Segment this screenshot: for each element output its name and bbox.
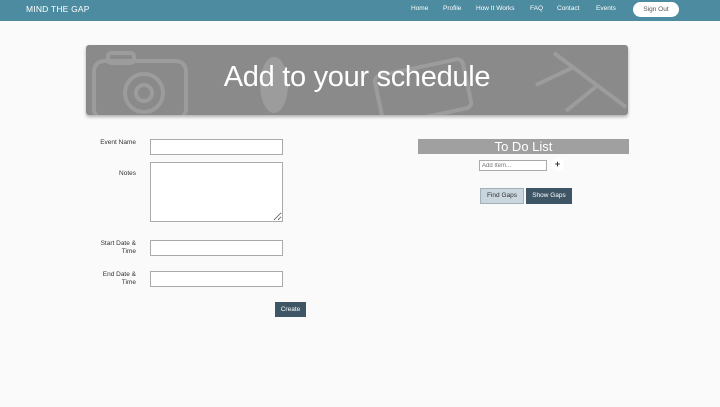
end-datetime-input[interactable] (150, 271, 283, 287)
end-date-label: End Date & Time (102, 271, 136, 286)
hero-banner: Add to your schedule (86, 45, 628, 115)
add-item-plus-icon[interactable]: + (551, 158, 564, 171)
start-datetime-input[interactable] (150, 240, 283, 256)
show-gaps-button[interactable]: Show Gaps (526, 188, 572, 204)
todo-list-header: To Do List (418, 139, 629, 154)
nav-contact[interactable]: Contact (557, 5, 579, 12)
event-name-label: Event Name (100, 139, 136, 146)
sign-out-button[interactable]: Sign Out (633, 2, 679, 17)
top-navbar: MIND THE GAP Home Profile How It Works F… (0, 0, 720, 21)
nav-home[interactable]: Home (411, 5, 428, 12)
start-date-label: Start Date & Time (100, 240, 136, 255)
add-item-input[interactable] (479, 160, 547, 171)
nav-how-it-works[interactable]: How It Works (476, 5, 515, 12)
page-title: Add to your schedule (223, 61, 491, 93)
event-name-input[interactable] (150, 139, 283, 155)
notes-textarea[interactable] (150, 162, 283, 222)
brand-logo[interactable]: MIND THE GAP (26, 4, 90, 14)
nav-profile[interactable]: Profile (443, 5, 461, 12)
notes-label: Notes (119, 170, 136, 177)
find-gaps-button[interactable]: Find Gaps (480, 188, 524, 204)
nav-faq[interactable]: FAQ (530, 5, 543, 12)
nav-events[interactable]: Events (596, 5, 616, 12)
create-button[interactable]: Create (275, 302, 306, 317)
